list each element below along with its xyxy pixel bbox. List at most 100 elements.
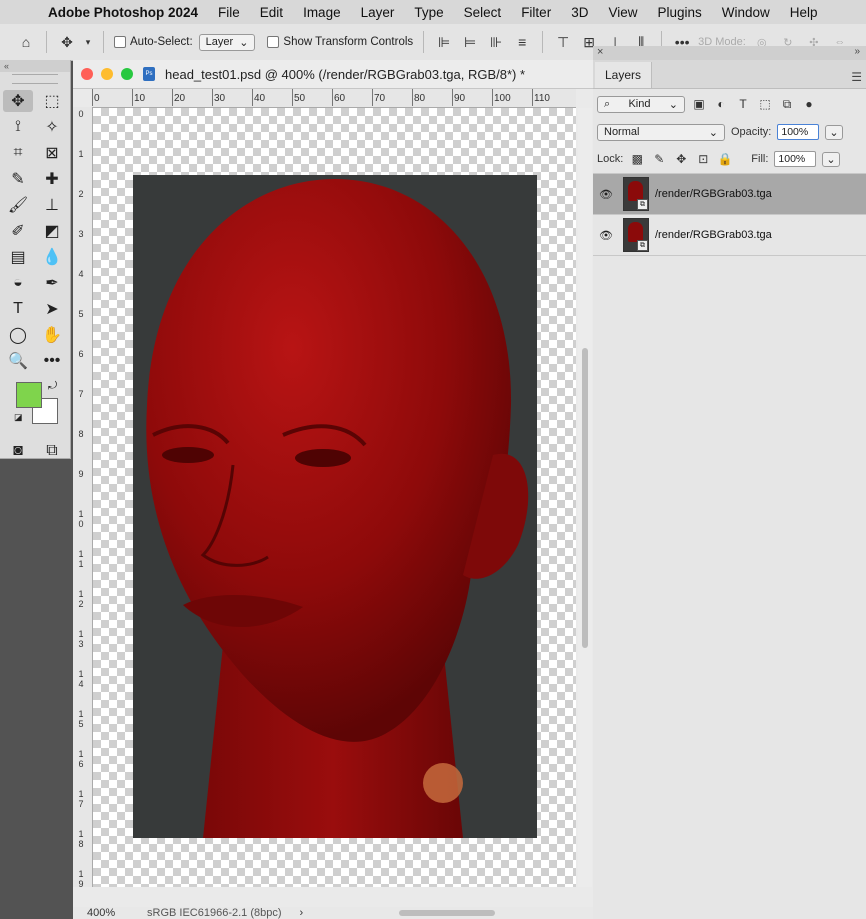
- ruler-tick: 60: [331, 89, 346, 106]
- blur-tool[interactable]: 💧: [35, 244, 69, 270]
- eraser-tool[interactable]: ◩: [35, 218, 69, 244]
- filter-kind-dropdown[interactable]: ⌕ Kind ⌄: [597, 95, 685, 113]
- filter-pixel-icon[interactable]: ▣: [691, 97, 707, 111]
- menu-type[interactable]: Type: [404, 5, 453, 20]
- healing-brush-tool[interactable]: ✚: [35, 166, 69, 192]
- visibility-eye-icon[interactable]: 👁: [593, 188, 619, 201]
- show-transform-checkbox[interactable]: Show Transform Controls: [267, 36, 413, 48]
- menu-3d[interactable]: 3D: [561, 5, 598, 20]
- crop-tool[interactable]: ⌗: [1, 140, 35, 166]
- layer-row[interactable]: 👁 ⧉ /render/RGBGrab03.tga: [593, 174, 866, 215]
- menu-edit[interactable]: Edit: [250, 5, 293, 20]
- lock-transparency-icon[interactable]: ▩: [629, 152, 645, 166]
- vertical-scrollbar[interactable]: [578, 108, 592, 887]
- layer-row[interactable]: 👁 ⧉ /render/RGBGrab03.tga: [593, 215, 866, 256]
- move-tool[interactable]: ✥: [3, 90, 33, 112]
- lock-artboard-icon[interactable]: ⊡: [695, 152, 711, 166]
- close-window-button[interactable]: [81, 68, 93, 80]
- menu-filter[interactable]: Filter: [511, 5, 561, 20]
- pen-tool[interactable]: ✒: [35, 270, 69, 296]
- align-center-icon[interactable]: ⊨: [460, 34, 480, 51]
- move-tool-icon[interactable]: ✥: [57, 34, 77, 51]
- panel-menu-icon[interactable]: ☰: [851, 70, 862, 84]
- frame-tool[interactable]: ⊠: [35, 140, 69, 166]
- auto-select-dropdown[interactable]: Layer ⌄: [198, 33, 256, 51]
- filter-smart-object-icon[interactable]: ⧉: [779, 97, 795, 112]
- menu-layer[interactable]: Layer: [351, 5, 405, 20]
- opacity-dropdown[interactable]: ⌄: [825, 124, 843, 140]
- gradient-tool[interactable]: ▤: [1, 244, 35, 270]
- align-right-icon[interactable]: ⊪: [486, 34, 506, 51]
- visibility-eye-icon[interactable]: 👁: [593, 229, 619, 242]
- type-tool[interactable]: T: [1, 296, 35, 322]
- path-selection-tool[interactable]: ➤: [35, 296, 69, 322]
- align-left-icon[interactable]: ⊫: [434, 34, 454, 51]
- checkbox-box[interactable]: [267, 36, 280, 48]
- lock-all-icon[interactable]: 🔒: [717, 152, 733, 166]
- layer-filter-row: ⌕ Kind ⌄ ▣ ◐ T ⬚ ⧉ ●: [593, 89, 866, 119]
- horizontal-ruler[interactable]: 0 10 20 30 40 50 60 70 80 90 100 110: [92, 89, 576, 108]
- filter-type-icon[interactable]: T: [735, 97, 751, 111]
- status-more-arrow-icon[interactable]: ›: [300, 907, 304, 919]
- scrollbar-thumb[interactable]: [582, 348, 588, 648]
- chevron-down-icon[interactable]: ▾: [83, 37, 93, 48]
- collapse-arrows-icon[interactable]: «: [0, 60, 70, 72]
- home-icon[interactable]: ⌂: [16, 34, 36, 50]
- quick-mask-icon[interactable]: ◙: [1, 438, 35, 464]
- lock-position-icon[interactable]: ✥: [673, 152, 689, 166]
- screen-mode-icon[interactable]: ⧉: [35, 438, 69, 464]
- default-colors-icon[interactable]: ◪: [14, 412, 23, 423]
- minimize-window-button[interactable]: [101, 68, 113, 80]
- menu-view[interactable]: View: [598, 5, 647, 20]
- hand-tool[interactable]: ✋: [35, 322, 69, 348]
- ellipse-tool[interactable]: ◯: [1, 322, 35, 348]
- ps-file-icon: Ps: [143, 67, 155, 81]
- lasso-tool[interactable]: ⟟: [1, 114, 35, 140]
- layer-name[interactable]: /render/RGBGrab03.tga: [655, 229, 772, 241]
- menu-select[interactable]: Select: [454, 5, 512, 20]
- foreground-color-swatch[interactable]: [16, 382, 42, 408]
- eyedropper-tool[interactable]: ✎: [1, 166, 35, 192]
- layer-name[interactable]: /render/RGBGrab03.tga: [655, 188, 772, 200]
- collapse-panel-icon[interactable]: »: [854, 46, 860, 57]
- auto-select-checkbox[interactable]: Auto-Select:: [114, 36, 193, 48]
- ruler-tick: 10: [131, 89, 146, 106]
- align-top-icon[interactable]: ⊤: [553, 34, 573, 51]
- zoom-level[interactable]: 400%: [87, 907, 147, 919]
- more-tools-icon[interactable]: •••: [35, 348, 69, 374]
- menu-help[interactable]: Help: [780, 5, 828, 20]
- panel-grip[interactable]: [12, 74, 58, 84]
- history-brush-tool[interactable]: ✐: [1, 218, 35, 244]
- lock-pixels-icon[interactable]: ✎: [651, 152, 667, 166]
- ruler-tick: 5: [78, 309, 84, 319]
- filter-shape-icon[interactable]: ⬚: [757, 97, 773, 111]
- menu-window[interactable]: Window: [712, 5, 780, 20]
- filter-toggle-icon[interactable]: ●: [801, 97, 817, 111]
- close-panel-icon[interactable]: ×: [597, 46, 603, 58]
- maximize-window-button[interactable]: [121, 68, 133, 80]
- tab-layers[interactable]: Layers: [595, 62, 653, 88]
- app-menu[interactable]: Adobe Photoshop 2024: [38, 5, 208, 20]
- layers-panel: Layers ☰ ⌕ Kind ⌄ ▣ ◐ T ⬚ ⧉ ● Normal ⌄ O…: [593, 60, 866, 919]
- opacity-input[interactable]: 100%: [777, 124, 820, 140]
- menu-plugins[interactable]: Plugins: [647, 5, 711, 20]
- blend-mode-dropdown[interactable]: Normal ⌄: [597, 123, 725, 141]
- marquee-tool[interactable]: ⬚: [35, 88, 69, 114]
- brush-tool[interactable]: 🖌: [1, 192, 35, 218]
- fill-input[interactable]: 100%: [774, 151, 817, 167]
- layer-thumbnail: ⧉: [623, 177, 649, 211]
- distribute-icon[interactable]: ≡: [512, 34, 532, 50]
- fill-dropdown[interactable]: ⌄: [822, 151, 840, 167]
- menu-file[interactable]: File: [208, 5, 250, 20]
- vertical-ruler[interactable]: 0 1 2 3 4 5 6 7 8 9 10 11 12 13 14 15 16…: [73, 107, 93, 887]
- checkbox-box[interactable]: [114, 36, 126, 48]
- zoom-tool[interactable]: 🔍: [1, 348, 35, 374]
- horizontal-scrollbar-thumb[interactable]: [399, 910, 495, 916]
- magic-wand-tool[interactable]: ✧: [35, 114, 69, 140]
- filter-adjustment-icon[interactable]: ◐: [713, 97, 729, 111]
- stamp-tool[interactable]: ⊥: [35, 192, 69, 218]
- canvas-area[interactable]: [93, 108, 576, 887]
- dodge-tool[interactable]: ◒: [1, 270, 35, 296]
- menu-image[interactable]: Image: [293, 5, 351, 20]
- swap-colors-icon[interactable]: ⤾: [48, 380, 57, 393]
